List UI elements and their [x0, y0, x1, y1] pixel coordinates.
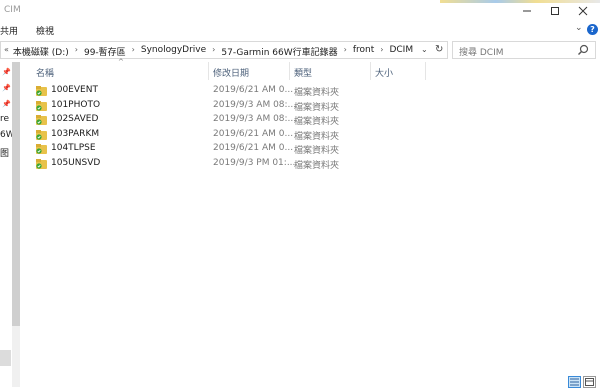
table-row[interactable]: 102SAVED 2019/9/3 AM 08:... 檔案資料夾	[36, 113, 396, 128]
synced-folder-icon	[36, 115, 47, 125]
file-date: 2019/6/21 AM 0...	[213, 143, 294, 153]
file-date: 2019/9/3 AM 08:...	[213, 114, 297, 124]
help-icon[interactable]: ?	[587, 24, 598, 35]
pin-icon[interactable]: 📌	[2, 84, 11, 92]
nav-scroll-corner	[0, 350, 11, 366]
large-icons-view-icon	[585, 378, 594, 386]
file-type: 檔案資料夾	[294, 88, 340, 98]
minimize-icon	[523, 10, 531, 12]
search-icon[interactable]	[577, 44, 589, 56]
file-type: 檔案資料夾	[294, 160, 340, 171]
column-header-size[interactable]: 大小	[375, 66, 393, 84]
breadcrumb-item[interactable]: front	[352, 45, 375, 58]
close-icon	[578, 6, 588, 16]
file-type: 檔案資料夾	[294, 146, 340, 156]
table-row[interactable]: 101PHOTO 2019/9/3 AM 08:... 檔案資料夾	[36, 99, 396, 114]
close-button[interactable]	[566, 0, 600, 22]
chevron-right-icon[interactable]: ›	[339, 45, 352, 58]
column-divider[interactable]	[425, 62, 426, 80]
column-divider[interactable]	[289, 62, 290, 80]
column-divider[interactable]	[208, 62, 209, 80]
breadcrumb-item[interactable]: 本機磁碟 (D:)	[12, 45, 70, 58]
search-placeholder: 搜尋 DCIM	[459, 48, 504, 58]
file-name: 104TLPSE	[51, 143, 96, 153]
sort-ascending-icon: ^	[118, 58, 124, 66]
breadcrumb-item[interactable]: 57-Garmin 66W行車記錄器	[220, 45, 338, 58]
table-row[interactable]: 100EVENT 2019/6/21 AM 0... 檔案資料夾	[36, 84, 396, 99]
nav-item-label[interactable]: 图	[0, 146, 9, 159]
breadcrumb: « 本機磁碟 (D:) › 99-暫存區 › SynologyDrive › 5…	[4, 45, 414, 58]
synced-folder-icon	[36, 86, 47, 96]
nav-item-label[interactable]: re	[0, 114, 9, 124]
chevron-right-icon[interactable]: ›	[127, 45, 140, 58]
large-icons-view-button[interactable]	[583, 376, 596, 388]
file-name: 102SAVED	[51, 114, 99, 124]
window-title: CIM	[4, 5, 21, 15]
file-type: 檔案資料夾	[294, 102, 340, 113]
synced-folder-icon	[36, 129, 47, 140]
synced-folder-icon	[36, 100, 47, 111]
pin-icon[interactable]: 📌	[2, 100, 11, 108]
address-dropdown-icon[interactable]: ⌄	[421, 45, 428, 54]
pin-icon[interactable]: 📌	[2, 68, 11, 76]
file-type: 檔案資料夾	[294, 131, 340, 142]
file-name: 103PARKM	[51, 128, 100, 139]
search-box[interactable]: 搜尋 DCIM	[452, 41, 596, 59]
file-date: 2019/9/3 AM 08:...	[213, 99, 297, 110]
file-list: 100EVENT 2019/6/21 AM 0... 檔案資料夾 101PHOT…	[36, 84, 396, 171]
column-divider[interactable]	[370, 62, 371, 80]
synced-folder-icon	[36, 144, 47, 154]
file-name: 101PHOTO	[51, 99, 101, 110]
file-date: 2019/9/3 PM 01:...	[213, 157, 296, 168]
address-bar[interactable]: « 本機磁碟 (D:) › 99-暫存區 › SynologyDrive › 5…	[0, 41, 448, 59]
column-header-type[interactable]: 類型	[294, 66, 312, 84]
address-row: « 本機磁碟 (D:) › 99-暫存區 › SynologyDrive › 5…	[0, 40, 600, 60]
file-type: 檔案資料夾	[294, 117, 340, 127]
title-bar: CIM	[0, 0, 600, 22]
file-date: 2019/6/21 AM 0...	[213, 85, 294, 95]
file-name: 100EVENT	[51, 85, 98, 95]
chevron-right-icon[interactable]: ›	[375, 45, 388, 58]
table-row[interactable]: 105UNSVD 2019/9/3 PM 01:... 檔案資料夾	[36, 157, 396, 172]
ribbon-expand-icon[interactable]: ⌄	[575, 23, 583, 33]
details-view-button[interactable]	[568, 376, 581, 388]
tab-share[interactable]: 共用	[0, 24, 18, 37]
file-name: 105UNSVD	[51, 157, 101, 168]
breadcrumb-item[interactable]: 99-暫存區	[83, 45, 127, 58]
ribbon-tabs: 共用 檢視 ⌄ ?	[0, 22, 600, 38]
synced-folder-icon	[36, 158, 47, 169]
file-date: 2019/6/21 AM 0...	[213, 128, 294, 139]
chevron-right-icon[interactable]: ›	[207, 45, 220, 58]
chevron-right-icon[interactable]: ›	[70, 45, 83, 58]
column-header-name[interactable]: 名稱	[36, 66, 54, 84]
refresh-icon[interactable]: ↻	[435, 44, 443, 55]
table-row[interactable]: 103PARKM 2019/6/21 AM 0... 檔案資料夾	[36, 128, 396, 143]
table-row[interactable]: 104TLPSE 2019/6/21 AM 0... 檔案資料夾	[36, 142, 396, 157]
nav-scrollbar-thumb[interactable]	[12, 62, 20, 326]
column-header-date[interactable]: 修改日期	[213, 66, 249, 84]
tab-view[interactable]: 檢視	[36, 24, 54, 37]
breadcrumb-item[interactable]: DCIM	[388, 45, 414, 58]
breadcrumb-item[interactable]: SynologyDrive	[140, 45, 207, 58]
overflow-chevron-icon[interactable]: «	[4, 45, 12, 58]
maximize-icon	[551, 7, 559, 15]
details-view-icon	[570, 378, 579, 386]
